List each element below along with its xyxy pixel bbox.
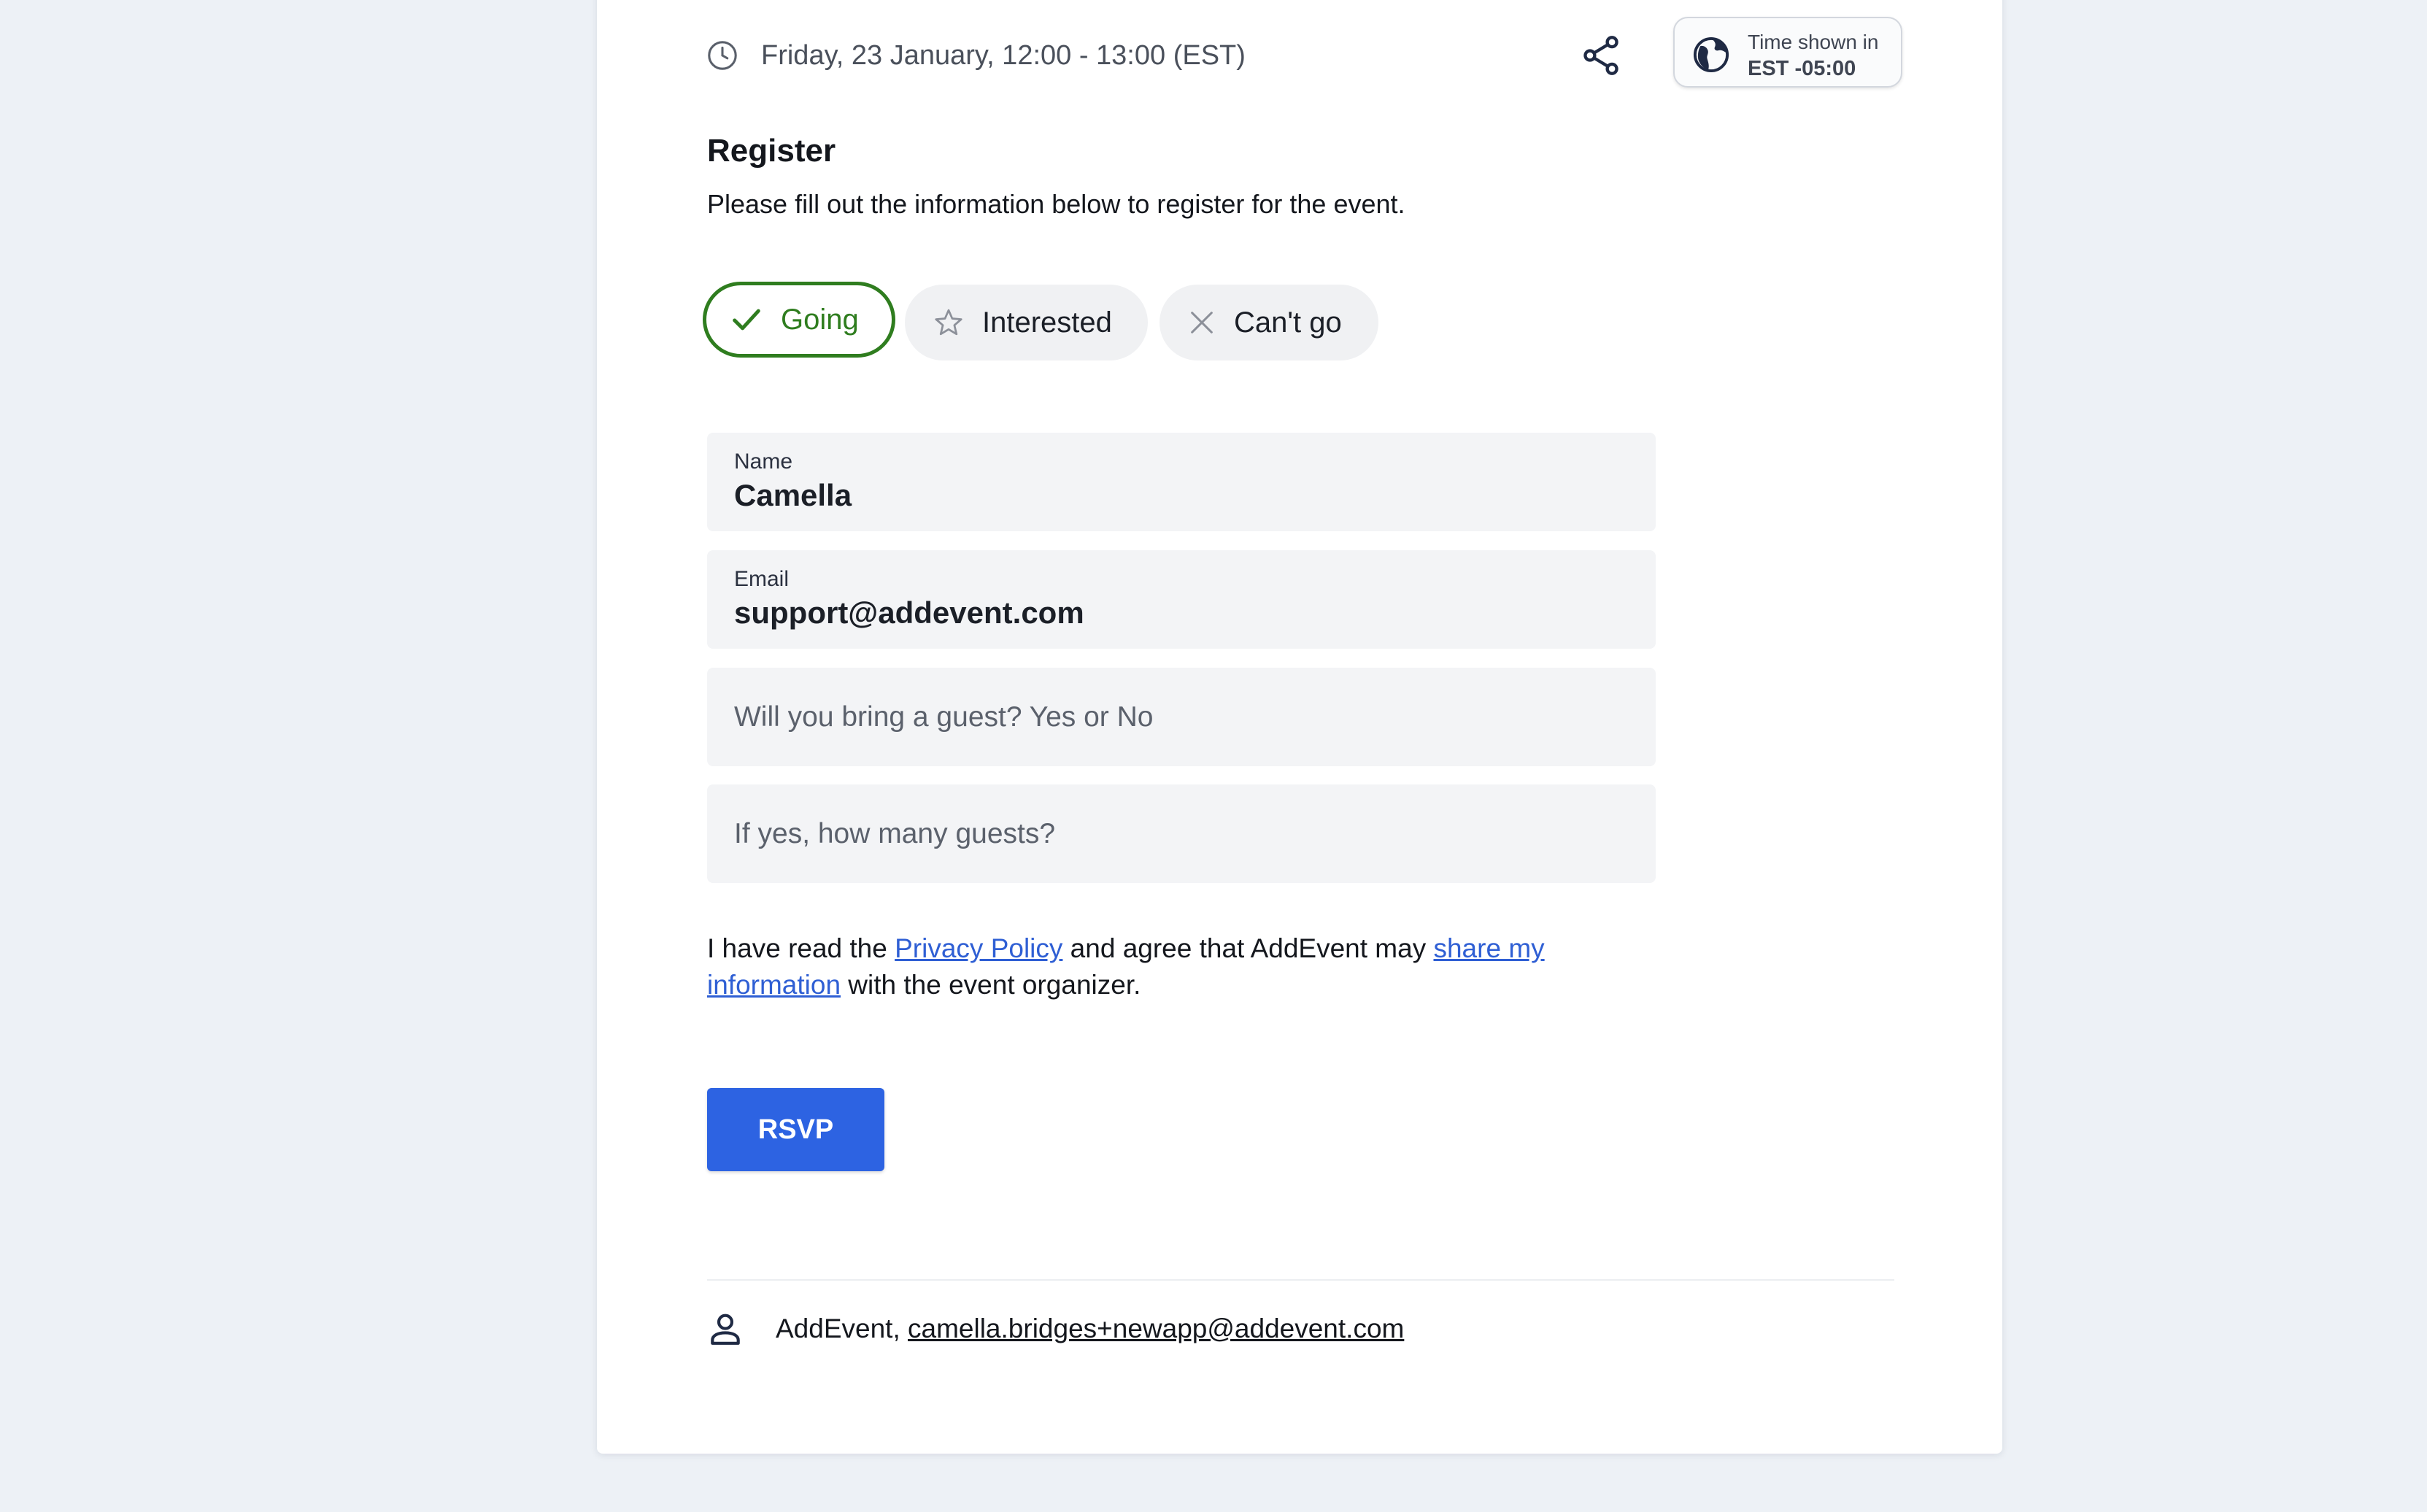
timezone-button[interactable]: Time shown in EST -05:00: [1673, 17, 1902, 88]
organizer-info: AddEvent, camella.bridges+newapp@addeven…: [776, 1311, 1404, 1347]
organizer-name: AddEvent,: [776, 1314, 908, 1343]
organizer-email-link[interactable]: camella.bridges+newapp@addevent.com: [908, 1314, 1404, 1343]
email-field-value: support@addevent.com: [734, 595, 1084, 630]
person-icon: [711, 1314, 740, 1345]
close-icon: [1191, 312, 1213, 333]
email-field[interactable]: Email support@addevent.com: [707, 550, 1656, 649]
share-icon: [1583, 36, 1618, 75]
star-icon: [935, 309, 962, 336]
guest-question-field[interactable]: Will you bring a guest? Yes or No: [707, 668, 1656, 766]
email-field-label: Email: [734, 567, 790, 591]
clock-icon: [708, 41, 737, 70]
globe-icon: [1693, 36, 1729, 73]
consent-text-part-3: with the event organizer.: [841, 970, 1141, 1000]
check-icon: [733, 309, 760, 331]
event-card: Friday, 23 January, 12:00 - 13:00 (EST) …: [597, 0, 2002, 1454]
privacy-policy-link[interactable]: Privacy Policy: [895, 933, 1062, 963]
rsvp-submit-button[interactable]: RSVP: [707, 1088, 884, 1171]
consent-text-part-2: and agree that AddEvent may: [1062, 933, 1434, 963]
name-field-value: Camella: [734, 478, 852, 512]
register-subtitle: Please fill out the information below to…: [707, 189, 1405, 219]
guest-count-field[interactable]: If yes, how many guests?: [707, 784, 1656, 883]
share-button[interactable]: [1579, 34, 1623, 77]
rsvp-cant-go-label: Can't go: [1234, 306, 1342, 339]
rsvp-going-label: Going: [781, 303, 859, 336]
rsvp-interested-label: Interested: [982, 306, 1112, 339]
timezone-value: EST -05:00: [1748, 57, 1856, 80]
rsvp-going-option[interactable]: Going: [703, 282, 895, 358]
rsvp-cant-go-option[interactable]: Can't go: [1160, 285, 1378, 360]
name-field[interactable]: Name Camella: [707, 433, 1656, 531]
name-field-label: Name: [734, 450, 793, 474]
consent-text-part-1: I have read the: [707, 933, 895, 963]
register-title: Register: [707, 133, 836, 169]
consent-text: I have read the Privacy Policy and agree…: [707, 930, 1619, 1003]
timezone-label: Time shown in: [1748, 31, 1879, 53]
divider: [707, 1279, 1894, 1281]
rsvp-interested-option[interactable]: Interested: [905, 285, 1148, 360]
guest-question-placeholder: Will you bring a guest? Yes or No: [734, 701, 1154, 733]
event-date-time: Friday, 23 January, 12:00 - 13:00 (EST): [761, 40, 1246, 71]
guest-count-placeholder: If yes, how many guests?: [734, 817, 1056, 849]
